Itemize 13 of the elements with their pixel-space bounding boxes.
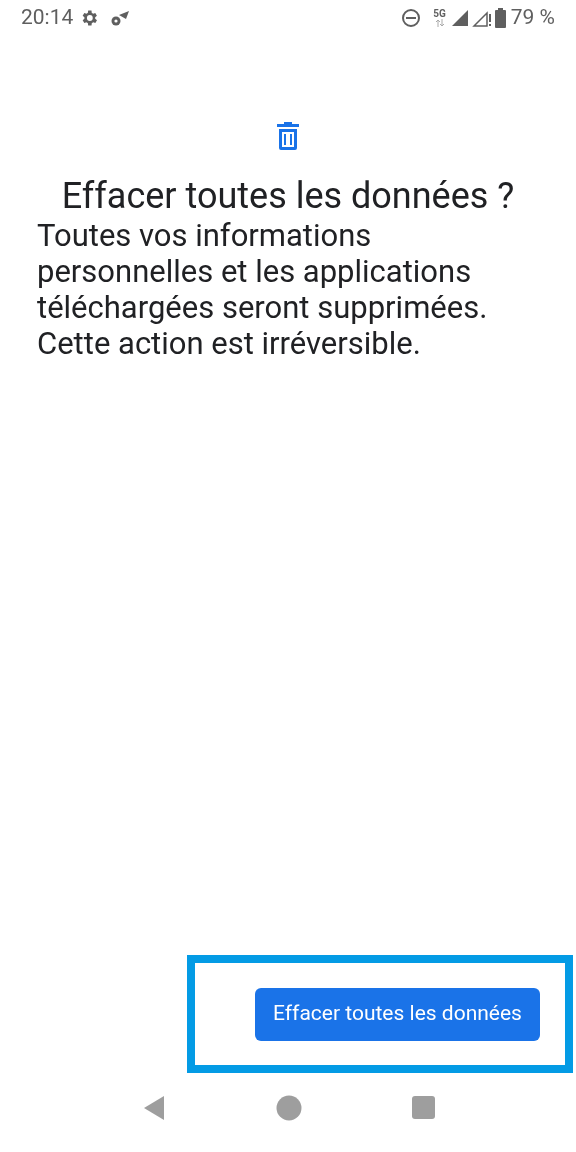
battery-level: 79 % xyxy=(510,4,555,32)
recents-icon[interactable] xyxy=(411,1096,435,1119)
erase-button[interactable]: Effacer toutes les données xyxy=(255,987,540,1041)
clock: 20:14 xyxy=(21,4,74,32)
dialog-message: Toutes vos informations personnelles et les applications téléchargées seront supprimées. Cette action est irréversible. xyxy=(36,218,489,362)
battery-icon xyxy=(494,8,506,28)
home-icon[interactable] xyxy=(275,1094,302,1121)
network-type: 5G xyxy=(433,9,446,19)
no-signal-icon xyxy=(471,8,492,28)
data-arrows-icon xyxy=(434,19,445,27)
dialog-title: Effacer toutes les données ? xyxy=(60,176,516,216)
trash-icon xyxy=(276,122,300,150)
do-not-disturb-icon xyxy=(401,8,422,28)
